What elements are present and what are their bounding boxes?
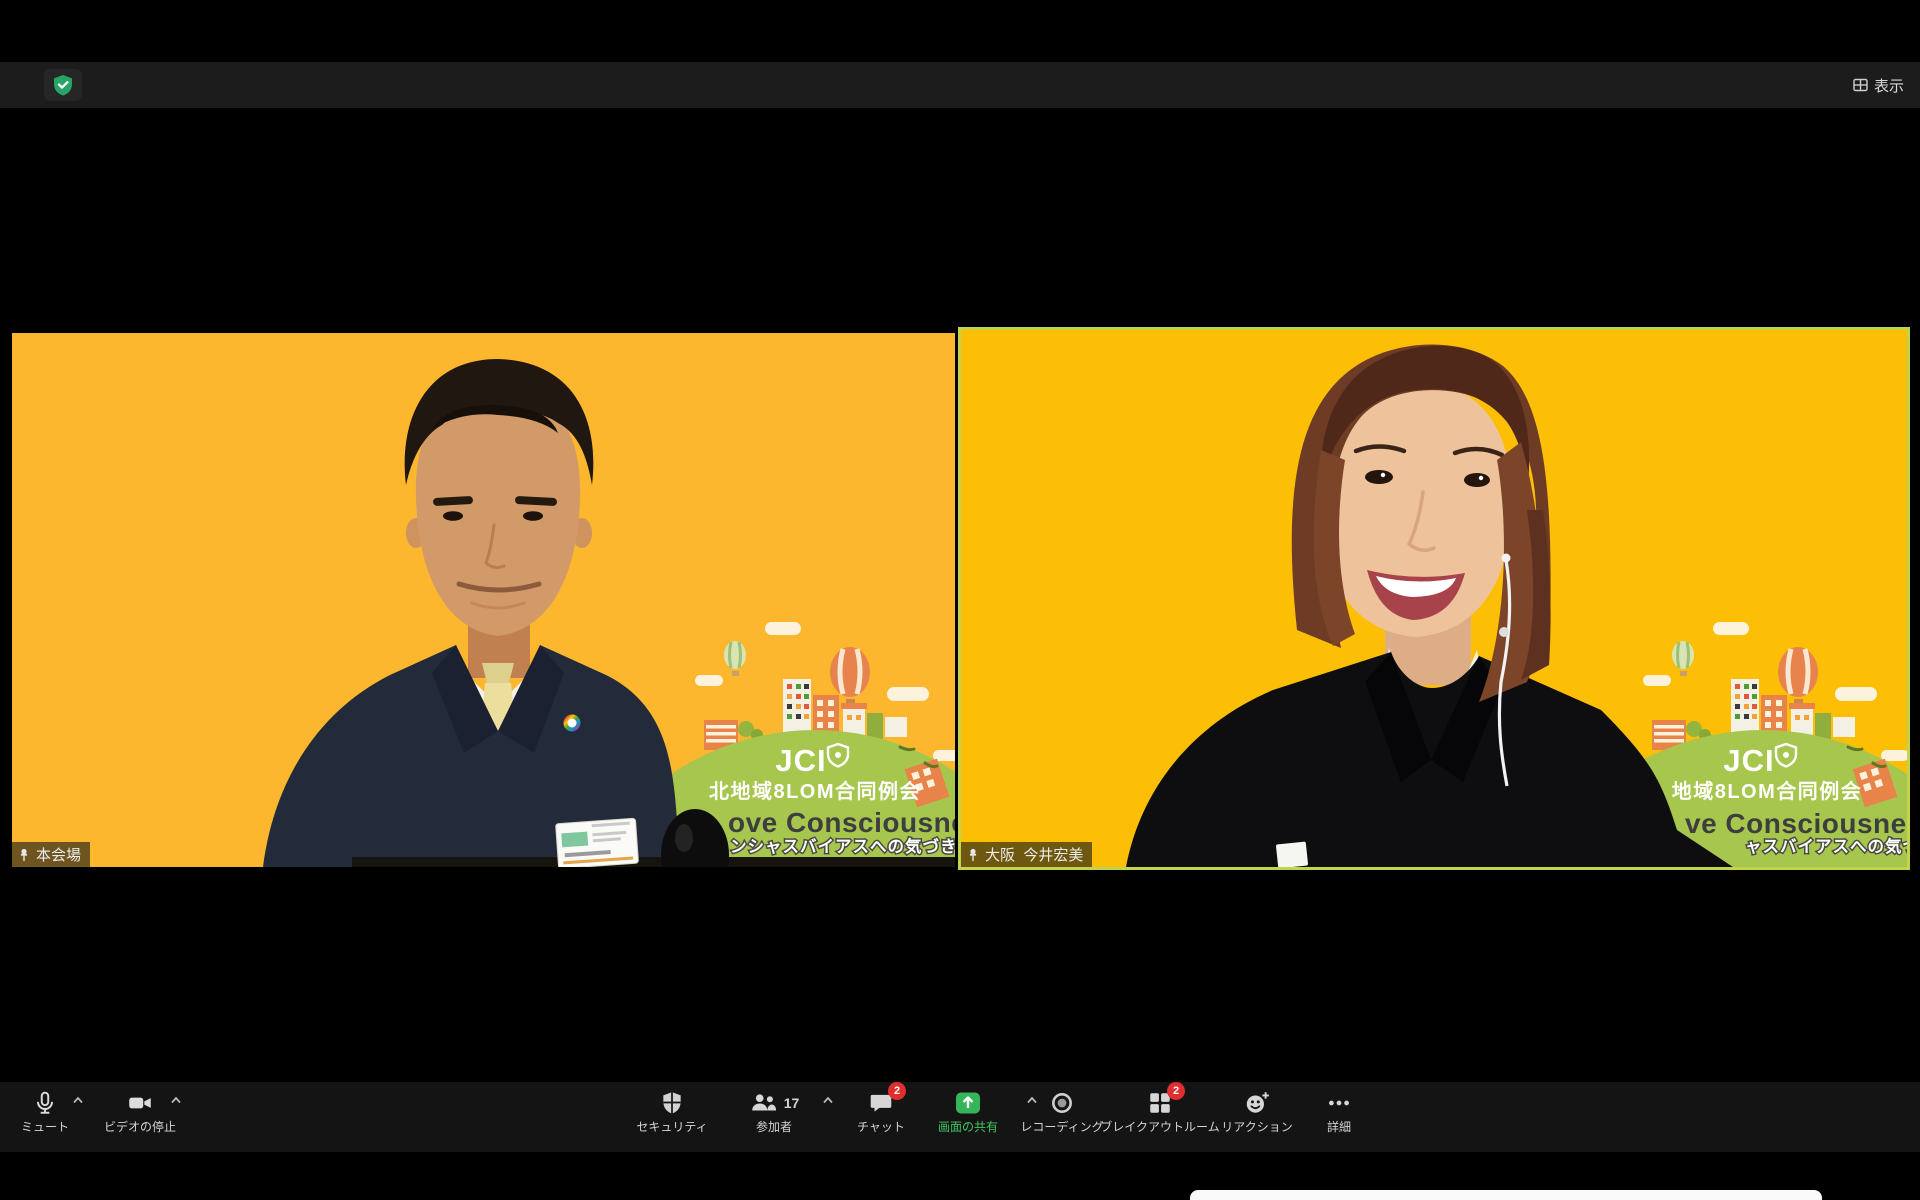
breakout-rooms-label: ブレイクアウトルーム [1100, 1121, 1219, 1133]
top-bar: 表示 [0, 62, 1920, 108]
video-tile-main-venue[interactable]: 北地域8LOM合同例会 ove Consciousness ンシャスバイアスへの… [12, 333, 955, 867]
branding-line1: 北地域8LOM合同例会 [709, 779, 921, 803]
stop-video-label: ビデオの停止 [104, 1121, 176, 1133]
zoom-meeting-window: 表示 北地域8LOM合同例会 ove Consciousness ンシャスバイア… [0, 0, 1920, 1200]
chevron-up-icon[interactable] [72, 1096, 84, 1104]
branding-line3: ャスバイアスへの気づき〜 [1745, 836, 1907, 856]
mute-button[interactable]: ミュート [10, 1088, 80, 1146]
branding-line3: ンシャスバイアスへの気づき〜 [730, 836, 955, 856]
breakout-badge: 2 [1167, 1082, 1185, 1100]
shield-check-icon [51, 73, 75, 97]
security-label: セキュリティ [636, 1121, 707, 1133]
record-icon [1049, 1090, 1075, 1116]
more-button[interactable]: 詳細 [1306, 1088, 1372, 1146]
participant-name-tag[interactable]: 大阪 今井宏美 [961, 842, 1092, 867]
video-tile-osaka-imai[interactable]: 地域8LOM合同例会 ve Consciousness ャスバイアスへの気づき〜 [958, 327, 1910, 870]
share-screen-button[interactable]: 画面の共有 [916, 1088, 1020, 1146]
chat-badge: 2 [888, 1082, 906, 1100]
osaka-imai-video: 地域8LOM合同例会 ve Consciousness ャスバイアスへの気づき〜 [961, 330, 1907, 867]
bottom-popup-window[interactable] [1190, 1190, 1822, 1200]
share-screen-icon [954, 1090, 982, 1116]
mute-label: ミュート [21, 1121, 69, 1133]
participants-label: 参加者 [756, 1121, 792, 1133]
branding-line1: 地域8LOM合同例会 [1672, 779, 1863, 803]
branding-line2: ove Consciousness [728, 807, 955, 838]
more-label: 詳細 [1327, 1121, 1351, 1133]
pin-icon [18, 848, 30, 862]
security-button[interactable]: セキュリティ [628, 1088, 716, 1146]
participants-count: 17 [784, 1095, 800, 1111]
meeting-info-button[interactable] [44, 69, 82, 101]
reactions-button[interactable]: リアクション [1207, 1088, 1307, 1146]
control-toolbar: ミュート ビデオの停止 セ [0, 1082, 1920, 1152]
chevron-up-icon[interactable] [822, 1096, 834, 1104]
chat-button[interactable]: 2 チャット [842, 1088, 920, 1146]
more-dots-icon [1326, 1090, 1352, 1116]
participants-icon [749, 1090, 779, 1116]
reactions-label: リアクション [1221, 1121, 1292, 1133]
participant-name: 本会場 [36, 844, 81, 865]
share-screen-label: 画面の共有 [938, 1121, 998, 1133]
video-camera-icon [126, 1090, 154, 1116]
chat-label: チャット [857, 1121, 905, 1133]
reactions-icon [1243, 1090, 1271, 1116]
pin-icon [967, 848, 979, 862]
participant-name: 大阪 今井宏美 [985, 844, 1083, 865]
security-shield-icon [659, 1090, 685, 1116]
microphone-icon [32, 1090, 58, 1116]
chevron-up-icon[interactable] [170, 1096, 182, 1104]
view-button[interactable]: 表示 [1845, 70, 1912, 100]
view-button-label: 表示 [1874, 75, 1904, 96]
gallery-view-icon [1853, 78, 1868, 92]
main-venue-video: 北地域8LOM合同例会 ove Consciousness ンシャスバイアスへの… [12, 333, 955, 867]
participants-button[interactable]: 17 参加者 [714, 1088, 834, 1146]
participant-name-tag[interactable]: 本会場 [12, 842, 90, 867]
branding-line2: ve Consciousness [1685, 808, 1907, 839]
